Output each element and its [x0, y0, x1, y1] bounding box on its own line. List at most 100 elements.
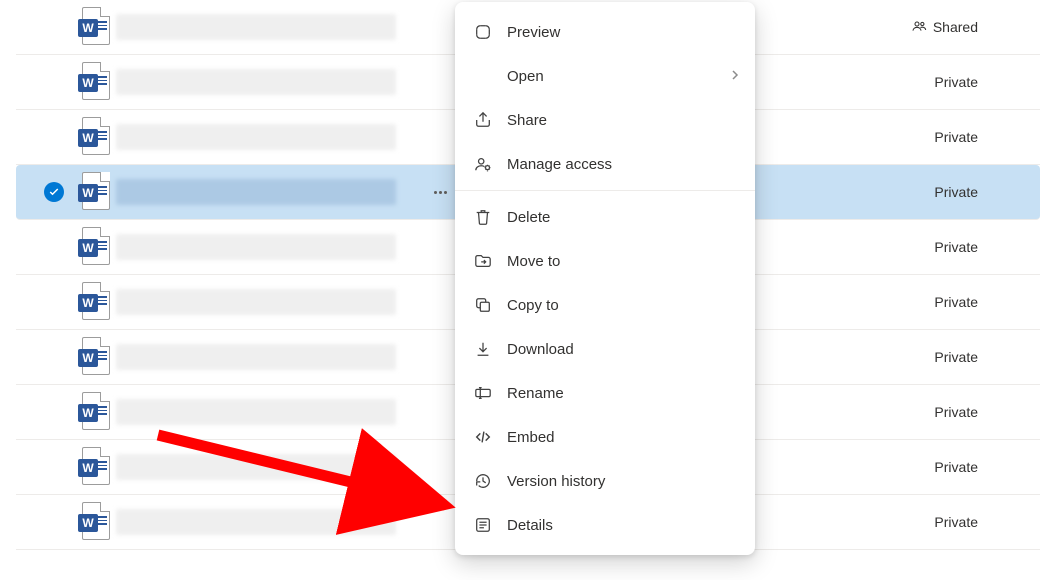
file-type-icon-col: W	[72, 7, 116, 47]
file-name-cell[interactable]	[116, 453, 426, 481]
preview-icon	[473, 22, 493, 42]
redacted-name	[116, 509, 396, 535]
sharing-label: Private	[934, 459, 978, 475]
menu-rename[interactable]: Rename	[455, 371, 755, 415]
file-name-cell[interactable]	[116, 343, 426, 371]
redacted-name	[116, 179, 396, 205]
checked-circle-icon	[44, 182, 64, 202]
menu-embed[interactable]: Embed	[455, 415, 755, 459]
sharing-cell[interactable]: Private	[934, 514, 978, 530]
file-name-cell[interactable]	[116, 233, 426, 261]
menu-label: Delete	[507, 209, 741, 226]
redacted-name	[116, 69, 396, 95]
redacted-name	[116, 344, 396, 370]
word-doc-icon: W	[78, 227, 110, 267]
file-type-icon-col: W	[72, 227, 116, 267]
menu-label: Manage access	[507, 156, 741, 173]
sharing-label: Private	[934, 239, 978, 255]
file-name-cell[interactable]	[116, 178, 426, 206]
word-doc-icon: W	[78, 502, 110, 542]
menu-label: Copy to	[507, 297, 741, 314]
sharing-label: Private	[934, 404, 978, 420]
file-name-cell[interactable]	[116, 288, 426, 316]
sharing-cell[interactable]: Shared	[911, 18, 978, 37]
redacted-name	[116, 124, 396, 150]
sharing-label: Private	[934, 349, 978, 365]
move-to-icon	[473, 251, 493, 271]
menu-label: Share	[507, 112, 741, 129]
redacted-name	[116, 14, 396, 40]
menu-details[interactable]: Details	[455, 503, 755, 547]
copy-icon	[473, 295, 493, 315]
chevron-right-icon	[729, 68, 741, 84]
menu-label: Open	[507, 68, 715, 85]
word-doc-icon: W	[78, 447, 110, 487]
menu-open[interactable]: Open	[455, 54, 755, 98]
sharing-label: Private	[934, 74, 978, 90]
menu-label: Rename	[507, 385, 741, 402]
menu-separator	[455, 190, 755, 191]
manage-access-icon	[473, 154, 493, 174]
menu-share[interactable]: Share	[455, 98, 755, 142]
word-doc-icon: W	[78, 282, 110, 322]
menu-label: Embed	[507, 429, 741, 446]
menu-label: Version history	[507, 473, 741, 490]
sharing-cell[interactable]: Private	[934, 129, 978, 145]
sharing-cell[interactable]: Private	[934, 459, 978, 475]
more-actions-button[interactable]	[426, 178, 454, 206]
sharing-cell[interactable]: Private	[934, 239, 978, 255]
rename-icon	[473, 383, 493, 403]
history-icon	[473, 471, 493, 491]
sharing-label: Private	[934, 514, 978, 530]
word-doc-icon: W	[78, 337, 110, 377]
file-name-cell[interactable]	[116, 398, 426, 426]
details-icon	[473, 515, 493, 535]
file-name-cell[interactable]	[116, 68, 426, 96]
file-name-cell[interactable]	[116, 13, 426, 41]
menu-version-history[interactable]: Version history	[455, 459, 755, 503]
file-name-cell[interactable]	[116, 508, 426, 536]
menu-move-to[interactable]: Move to	[455, 239, 755, 283]
blank-icon	[473, 66, 493, 86]
redacted-name	[116, 454, 396, 480]
sharing-label: Shared	[933, 19, 978, 35]
menu-label: Preview	[507, 24, 741, 41]
menu-label: Download	[507, 341, 741, 358]
select-check-col[interactable]	[36, 182, 72, 202]
redacted-name	[116, 234, 396, 260]
sharing-label: Private	[934, 184, 978, 200]
redacted-name	[116, 399, 396, 425]
menu-delete[interactable]: Delete	[455, 195, 755, 239]
menu-download[interactable]: Download	[455, 327, 755, 371]
file-type-icon-col: W	[72, 62, 116, 102]
sharing-cell[interactable]: Private	[934, 404, 978, 420]
sharing-label: Private	[934, 294, 978, 310]
menu-label: Move to	[507, 253, 741, 270]
embed-icon	[473, 427, 493, 447]
ellipsis-icon	[434, 191, 447, 194]
file-type-icon-col: W	[72, 117, 116, 157]
file-type-icon-col: W	[72, 172, 116, 212]
download-icon	[473, 339, 493, 359]
menu-preview[interactable]: Preview	[455, 10, 755, 54]
menu-manage-access[interactable]: Manage access	[455, 142, 755, 186]
file-type-icon-col: W	[72, 337, 116, 377]
file-name-cell[interactable]	[116, 123, 426, 151]
sharing-cell[interactable]: Private	[934, 349, 978, 365]
sharing-cell[interactable]: Private	[934, 74, 978, 90]
sharing-cell[interactable]: Private	[934, 184, 978, 200]
word-doc-icon: W	[78, 392, 110, 432]
word-doc-icon: W	[78, 62, 110, 102]
trash-icon	[473, 207, 493, 227]
menu-copy-to[interactable]: Copy to	[455, 283, 755, 327]
sharing-label: Private	[934, 129, 978, 145]
context-menu: Preview Open Share Manage access	[455, 2, 755, 555]
sharing-cell[interactable]: Private	[934, 294, 978, 310]
redacted-name	[116, 289, 396, 315]
menu-label: Details	[507, 517, 741, 534]
file-type-icon-col: W	[72, 282, 116, 322]
share-icon	[473, 110, 493, 130]
file-type-icon-col: W	[72, 392, 116, 432]
people-icon	[911, 18, 927, 37]
word-doc-icon: W	[78, 172, 110, 212]
